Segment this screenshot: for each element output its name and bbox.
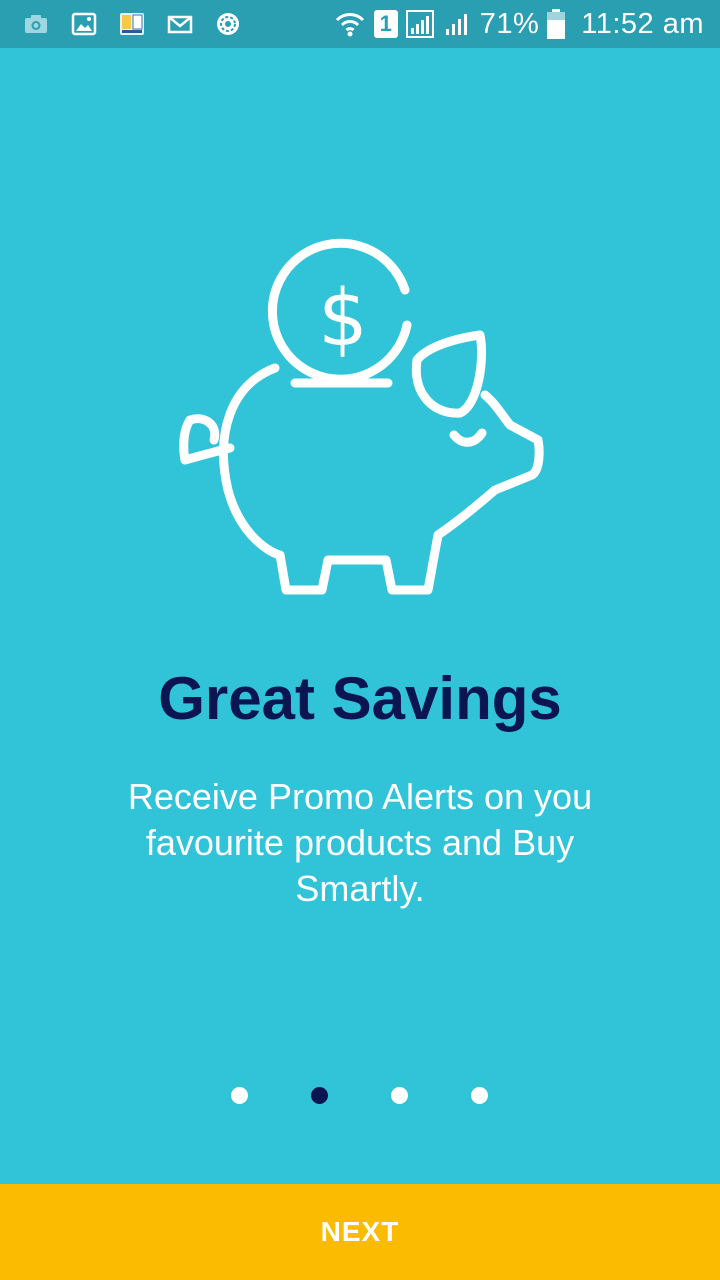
page-dot[interactable] — [471, 1087, 488, 1104]
svg-text:$: $ — [318, 274, 368, 364]
battery-percentage: 71% — [479, 7, 540, 40]
notification-icons — [20, 8, 260, 40]
page-indicator — [0, 1087, 720, 1105]
mail-icon — [164, 8, 196, 40]
signal-sim2-icon — [444, 10, 472, 38]
page-dot[interactable] — [391, 1087, 408, 1104]
dictionary-app-icon — [116, 8, 148, 40]
wifi-icon — [334, 9, 366, 39]
system-indicators: 1 71% 11:52 am — [326, 0, 704, 48]
piggy-bank-icon: $ — [179, 238, 544, 595]
gallery-icon — [68, 8, 100, 40]
sim-badge: 1 — [373, 10, 398, 38]
settings-badge-icon — [212, 8, 244, 40]
next-button[interactable]: NEXT — [0, 1184, 720, 1280]
battery-icon — [547, 9, 566, 39]
next-button-label: NEXT — [320, 1216, 400, 1247]
clock: 11:52 am — [581, 7, 704, 40]
signal-sim1-icon — [405, 10, 436, 38]
page-title: Great Savings — [158, 665, 562, 732]
page-description: Receive Promo Alerts on you favourite pr… — [127, 776, 593, 909]
piggy-bank-illustration: $ — [160, 235, 560, 615]
page-dot[interactable] — [311, 1087, 328, 1104]
page-dot[interactable] — [231, 1087, 248, 1104]
status-bar: 1 71% 11:52 am — [0, 0, 720, 48]
camera-icon — [20, 8, 52, 40]
